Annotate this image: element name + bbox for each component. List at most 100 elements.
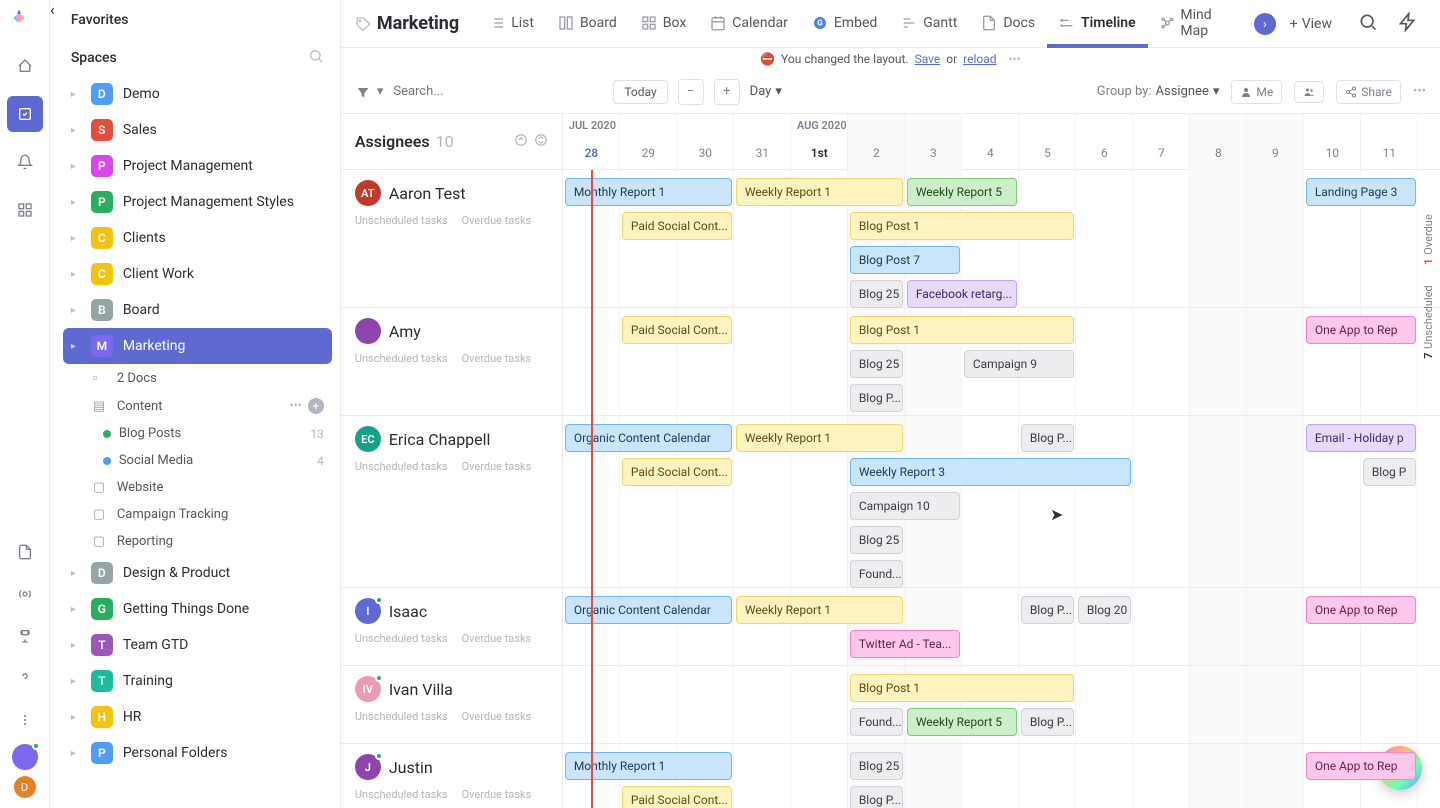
tasks-icon[interactable] [7, 96, 43, 132]
pulse-icon[interactable] [7, 576, 43, 612]
task-bar[interactable]: Blog 25 [850, 526, 903, 554]
task-bar[interactable]: One App to Rep [1306, 596, 1416, 624]
task-bar[interactable]: Weekly Report 1 [736, 424, 903, 452]
home-icon[interactable] [7, 48, 43, 84]
day-header[interactable]: 7 [1133, 138, 1190, 169]
timeline-lane[interactable]: Paid Social Cont...Blog Post 1One App to… [563, 308, 1440, 416]
task-bar[interactable]: Blog 25 [850, 350, 903, 378]
day-header[interactable]: 8 [1190, 138, 1247, 169]
task-bar[interactable]: Weekly Report 1 [736, 596, 903, 624]
tab-list[interactable]: List [477, 0, 546, 48]
sidebar-item-marketing[interactable]: ▸MMarketing [63, 328, 332, 364]
task-bar[interactable]: Blog P... [1021, 596, 1074, 624]
search-spaces-icon[interactable] [308, 48, 324, 68]
task-bar[interactable]: Blog P... [850, 786, 903, 808]
view-options-icon[interactable]: ••• [1413, 84, 1426, 99]
more-icon[interactable] [7, 702, 43, 738]
assignee-lane-header[interactable]: ATAaron Test Unscheduled tasksOverdue ta… [341, 170, 562, 308]
more-views-icon[interactable]: › [1254, 13, 1276, 35]
day-header[interactable]: 5 [1019, 138, 1076, 169]
tab-gantt[interactable]: Gantt [889, 0, 969, 48]
sidebar-item-training[interactable]: ▸TTraining [63, 663, 332, 699]
docs-row[interactable]: ▫2 Docs [85, 364, 332, 392]
sidebar-item-hr[interactable]: ▸HHR [63, 699, 332, 735]
overdue-link[interactable]: Overdue tasks [462, 788, 532, 801]
task-bar[interactable]: Campaign 9 [964, 350, 1074, 378]
task-bar[interactable]: Blog 25 [850, 752, 903, 780]
task-bar[interactable]: Weekly Report 3 [850, 458, 1131, 486]
sidebar-item-team-gtd[interactable]: ▸TTeam GTD [63, 627, 332, 663]
overdue-link[interactable]: Overdue tasks [462, 352, 532, 365]
task-bar[interactable]: One App to Rep [1306, 316, 1416, 344]
sidebar-item-sales[interactable]: ▸SSales [63, 112, 332, 148]
day-header[interactable]: 6 [1076, 138, 1133, 169]
task-bar[interactable]: Found... [850, 560, 903, 588]
day-header[interactable]: 2 [848, 138, 905, 169]
favorites-header[interactable]: Favorites [55, 0, 340, 40]
zoom-out-button[interactable]: − [678, 79, 704, 105]
task-bar[interactable]: Facebook retarg... [907, 280, 1017, 308]
notifications-icon[interactable] [7, 144, 43, 180]
day-header[interactable]: 1st [791, 138, 848, 169]
timeline-lane[interactable]: Organic Content CalendarWeekly Report 1B… [563, 588, 1440, 666]
task-bar[interactable]: Blog 25 [850, 280, 903, 308]
save-link[interactable]: Save [915, 52, 941, 66]
task-bar[interactable]: Blog Post 1 [850, 674, 1074, 702]
day-header[interactable]: 10 [1304, 138, 1361, 169]
sidebar-item-project-management[interactable]: ▸PProject Management [63, 148, 332, 184]
sidebar-item-client-work[interactable]: ▸CClient Work [63, 256, 332, 292]
sort-icon[interactable] [514, 132, 528, 151]
unscheduled-link[interactable]: Unscheduled tasks [355, 460, 448, 473]
tab-calendar[interactable]: Calendar [698, 0, 800, 48]
task-bar[interactable]: Twitter Ad - Tea... [850, 630, 960, 658]
timeline-lane[interactable]: Monthly Report 1Weekly Report 1Weekly Re… [563, 170, 1440, 308]
task-bar[interactable]: Blog 20 [1078, 596, 1131, 624]
day-header[interactable]: 3 [905, 138, 962, 169]
task-bar[interactable]: Blog Post 1 [850, 316, 1074, 344]
task-bar[interactable]: Found... [850, 708, 903, 736]
add-view-button[interactable]: + View [1280, 16, 1342, 32]
user-avatar[interactable] [12, 744, 38, 770]
workspace-avatar[interactable]: D [14, 776, 36, 798]
tab-embed[interactable]: GEmbed [800, 0, 889, 48]
assignees-filter-button[interactable] [1294, 81, 1324, 103]
sidebar-item-board[interactable]: ▸BBoard [63, 292, 332, 328]
timeline-lane[interactable]: Blog Post 1Found...Weekly Report 5Blog P… [563, 666, 1440, 744]
task-bar[interactable]: Paid Social Cont... [622, 458, 732, 486]
group-by-select[interactable]: Group by: Assignee ▾ [1097, 84, 1220, 99]
sidebar-item-demo[interactable]: ▸DDemo [63, 76, 332, 112]
overdue-tab[interactable]: 1 Overdue [1422, 214, 1435, 265]
tab-box[interactable]: Box [629, 0, 699, 48]
unscheduled-link[interactable]: Unscheduled tasks [355, 352, 448, 365]
automations-icon[interactable] [1390, 12, 1426, 36]
day-header[interactable]: 28 [563, 138, 620, 169]
task-bar[interactable]: Blog P [1363, 458, 1416, 486]
overdue-link[interactable]: Overdue tasks [462, 710, 532, 723]
task-bar[interactable]: Blog Post 1 [850, 212, 1074, 240]
day-header[interactable]: 31 [734, 138, 791, 169]
task-bar[interactable]: Landing Page 3 [1306, 178, 1416, 206]
content-more-icon[interactable]: ••• [290, 398, 302, 414]
help-icon[interactable] [7, 660, 43, 696]
filter-button[interactable]: ▾ [355, 84, 384, 100]
search-icon[interactable] [1350, 12, 1386, 36]
docs-icon[interactable] [7, 534, 43, 570]
blog-posts-row[interactable]: Blog Posts13 [85, 420, 332, 447]
task-bar[interactable]: Campaign 10 [850, 492, 960, 520]
sidebar-item-personal-folders[interactable]: ▸PPersonal Folders [63, 735, 332, 771]
timeline-lane[interactable]: Monthly Report 1Blog 25One App to RepPai… [563, 744, 1440, 808]
task-bar[interactable]: Paid Social Cont... [622, 212, 732, 240]
timeline-lane[interactable]: Organic Content CalendarWeekly Report 1B… [563, 416, 1440, 588]
assignee-lane-header[interactable]: JJustin Unscheduled tasksOverdue tasks [341, 744, 562, 808]
day-header[interactable]: 30 [677, 138, 734, 169]
day-header[interactable]: 4 [962, 138, 1019, 169]
task-bar[interactable]: Blog Post 7 [850, 246, 960, 274]
day-header[interactable]: 9 [1247, 138, 1304, 169]
dashboards-icon[interactable] [7, 192, 43, 228]
scale-select[interactable]: Day ▾ [750, 84, 782, 99]
reload-link[interactable]: reload [963, 52, 996, 66]
task-bar[interactable]: Blog P... [850, 384, 903, 412]
search-input[interactable] [393, 84, 533, 99]
sidebar-item-clients[interactable]: ▸CClients [63, 220, 332, 256]
unscheduled-link[interactable]: Unscheduled tasks [355, 632, 448, 645]
